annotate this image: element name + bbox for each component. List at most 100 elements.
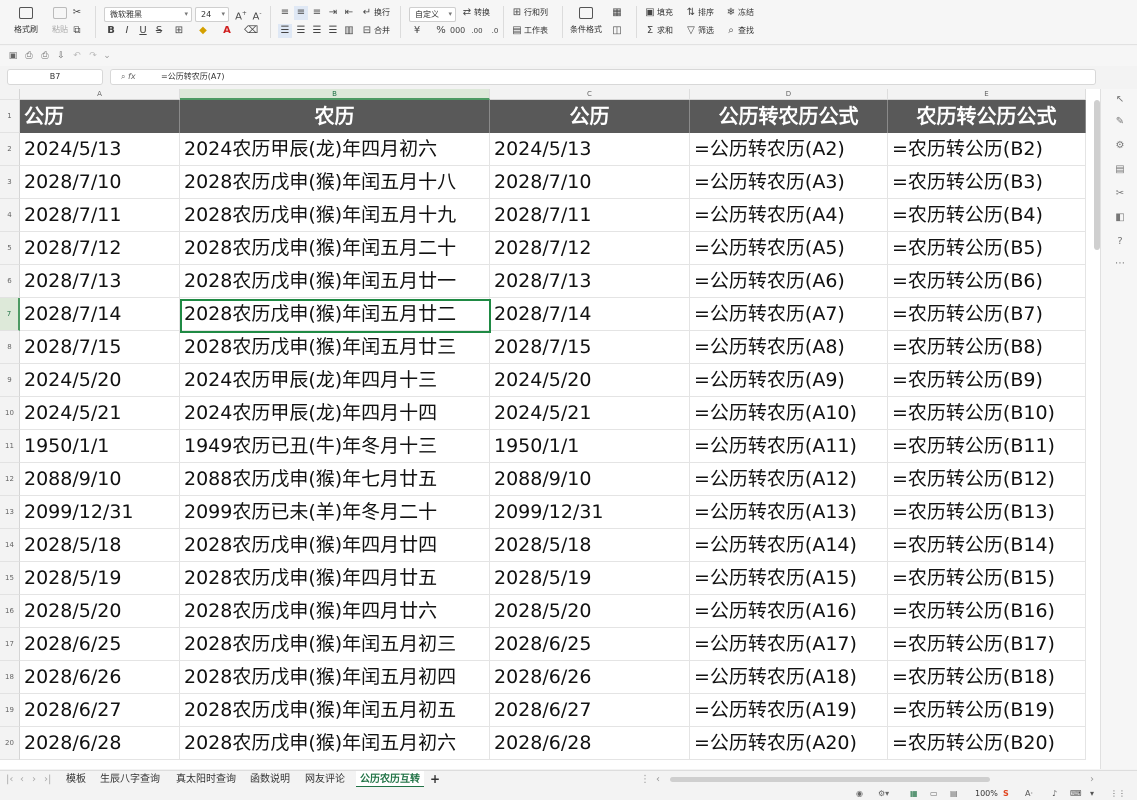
table-cell[interactable]: =公历转农历(A15) — [690, 562, 888, 595]
align-right-icon[interactable]: ☰ — [310, 24, 324, 38]
table-cell[interactable]: =公历转农历(A9) — [690, 364, 888, 397]
table-cell[interactable]: 2024农历甲辰(龙)年四月十四 — [180, 397, 490, 430]
underline-icon[interactable]: U — [136, 24, 150, 38]
horizontal-scrollbar[interactable] — [670, 777, 990, 782]
cut-icon[interactable]: ✂ — [70, 6, 84, 20]
table-cell[interactable]: 2088/9/10 — [20, 463, 180, 496]
row-header[interactable]: 5 — [0, 232, 20, 265]
more-tabs-icon[interactable]: ⋮ — [640, 771, 650, 788]
copy-icon[interactable]: ⧉ — [70, 24, 84, 38]
thousands-icon[interactable]: 000 — [450, 24, 465, 38]
currency-icon[interactable]: ¥ — [410, 24, 424, 38]
table-cell[interactable]: 1949农历已丑(牛)年冬月十三 — [180, 430, 490, 463]
table-cell[interactable]: =公历转农历(A6) — [690, 265, 888, 298]
zoom-level[interactable]: 100% — [975, 787, 998, 800]
table-cell[interactable]: 2028/5/19 — [490, 562, 690, 595]
table-cell[interactable]: =农历转公历(B12) — [888, 463, 1086, 496]
font-size-select[interactable]: 24 ▾ — [195, 7, 229, 22]
table-cell[interactable]: =公历转农历(A19) — [690, 694, 888, 727]
merge-label[interactable]: 合并 — [374, 24, 390, 38]
worksheet-label[interactable]: 工作表 — [524, 24, 548, 38]
table-cell[interactable]: 2024农历甲辰(龙)年四月十三 — [180, 364, 490, 397]
freeze-label[interactable]: 冻结 — [738, 6, 754, 20]
table-cell[interactable]: 2028/5/20 — [490, 595, 690, 628]
table-cell[interactable]: 2028/7/13 — [490, 265, 690, 298]
fx-icon[interactable]: ⌕ fx — [121, 70, 136, 84]
conditional-format-button[interactable]: 条件格式 — [566, 4, 606, 42]
indent-icon[interactable]: ⇥ — [326, 6, 340, 20]
wrap-text-icon[interactable]: ↵ — [360, 6, 374, 20]
table-cell[interactable]: 2024/5/21 — [490, 397, 690, 430]
tab-nav-next-icon[interactable]: › — [32, 771, 36, 788]
header-cell[interactable]: 公历转农历公式 — [690, 100, 888, 133]
justify-icon[interactable]: ☰ — [326, 24, 340, 38]
table-cell[interactable]: 2024/5/21 — [20, 397, 180, 430]
table-cell[interactable]: 1950/1/1 — [490, 430, 690, 463]
table-cell[interactable]: =公历转农历(A17) — [690, 628, 888, 661]
table-cell[interactable]: =公历转农历(A20) — [690, 727, 888, 760]
table-cell[interactable]: 2028农历戊申(猴)年闰五月初五 — [180, 694, 490, 727]
column-header-c[interactable]: C — [490, 89, 690, 100]
table-cell[interactable]: 2028农历戊申(猴)年四月廿五 — [180, 562, 490, 595]
table-cell[interactable]: =农历转公历(B15) — [888, 562, 1086, 595]
align-middle-icon[interactable]: ≡ — [294, 6, 308, 20]
table-cell[interactable]: =公历转农历(A13) — [690, 496, 888, 529]
italic-icon[interactable]: I — [120, 24, 134, 38]
table-cell[interactable]: =农历转公历(B3) — [888, 166, 1086, 199]
decrease-font-icon[interactable]: A- — [250, 7, 264, 22]
table-cell[interactable]: =农历转公历(B5) — [888, 232, 1086, 265]
rows-cols-label[interactable]: 行和列 — [524, 6, 548, 20]
rows-cols-icon[interactable]: ⊞ — [510, 6, 524, 20]
table-cell[interactable]: 2028农历戊申(猴)年闰五月十九 — [180, 199, 490, 232]
settings-icon[interactable]: ⚙▾ — [878, 787, 889, 800]
table-cell[interactable]: 2028/5/18 — [490, 529, 690, 562]
header-cell[interactable]: 农历转公历公式 — [888, 100, 1086, 133]
table-cell[interactable]: 2028农历戊申(猴)年闰五月初三 — [180, 628, 490, 661]
table-cell[interactable]: 2028/6/28 — [20, 727, 180, 760]
row-header[interactable]: 6 — [0, 265, 20, 298]
row-header[interactable]: 18 — [0, 661, 20, 694]
ime-lang-icon[interactable]: A· — [1025, 787, 1033, 800]
column-header-e[interactable]: E — [888, 89, 1086, 100]
table-cell[interactable]: 2024/5/20 — [490, 364, 690, 397]
scroll-right-icon[interactable]: › — [1090, 771, 1094, 788]
sheet-tab[interactable]: 真太阳时查询 — [176, 771, 236, 788]
font-name-select[interactable]: 微软雅黑 ▾ — [104, 7, 192, 22]
table-cell[interactable]: 2024/5/20 — [20, 364, 180, 397]
spreadsheet-grid[interactable]: ABCDE 1 2 3 4 5 6 7 8 9 10 11 12 13 14 15 16 17 18 19 20 公历… — [0, 89, 1100, 769]
table-cell[interactable]: =农历转公历(B16) — [888, 595, 1086, 628]
table-cell[interactable]: 2028/5/20 — [20, 595, 180, 628]
table-cell[interactable]: =农历转公历(B17) — [888, 628, 1086, 661]
row-header[interactable]: 4 — [0, 199, 20, 232]
row-header[interactable]: 13 — [0, 496, 20, 529]
cursor-icon[interactable]: ↖ — [1113, 93, 1127, 107]
table-cell[interactable]: 2028/7/12 — [20, 232, 180, 265]
table-cell[interactable]: 2088农历戊申(猴)年七月廿五 — [180, 463, 490, 496]
table-cell[interactable]: =农历转公历(B14) — [888, 529, 1086, 562]
wrap-text-label[interactable]: 换行 — [374, 6, 390, 20]
column-header-b[interactable]: B — [180, 89, 490, 100]
eraser-icon[interactable]: ⌫ — [244, 24, 258, 38]
decimal-increase-icon[interactable]: .00 — [470, 24, 484, 38]
sort-icon[interactable]: ⇅ — [684, 6, 698, 20]
column-header-d[interactable]: D — [690, 89, 888, 100]
table-cell[interactable]: 2028/7/15 — [20, 331, 180, 364]
table-cell[interactable]: 2028/7/13 — [20, 265, 180, 298]
add-sheet-icon[interactable]: + — [430, 771, 440, 788]
keyboard-icon[interactable]: ⌨ — [1070, 787, 1082, 800]
table-cell[interactable]: 2028/6/25 — [20, 628, 180, 661]
table-cell[interactable]: =农历转公历(B20) — [888, 727, 1086, 760]
export-icon[interactable]: ⇩ — [54, 49, 68, 63]
sheet-tab[interactable]: 公历农历互转 — [356, 771, 424, 788]
merge-icon[interactable]: ⊟ — [360, 24, 374, 38]
table-cell[interactable]: 2028/6/26 — [490, 661, 690, 694]
table-cell[interactable]: 2099/12/31 — [490, 496, 690, 529]
chevron-down-icon[interactable]: ⌄ — [100, 49, 114, 63]
filter-label[interactable]: 筛选 — [698, 24, 714, 38]
scroll-left-icon[interactable]: ‹ — [656, 771, 660, 788]
row-header[interactable]: 20 — [0, 727, 20, 760]
border-icon[interactable]: ⊞ — [172, 24, 186, 38]
table-cell[interactable]: 2028农历戊申(猴)年四月廿四 — [180, 529, 490, 562]
bold-icon[interactable]: B — [104, 24, 118, 38]
fill-icon[interactable]: ▣ — [643, 6, 657, 20]
